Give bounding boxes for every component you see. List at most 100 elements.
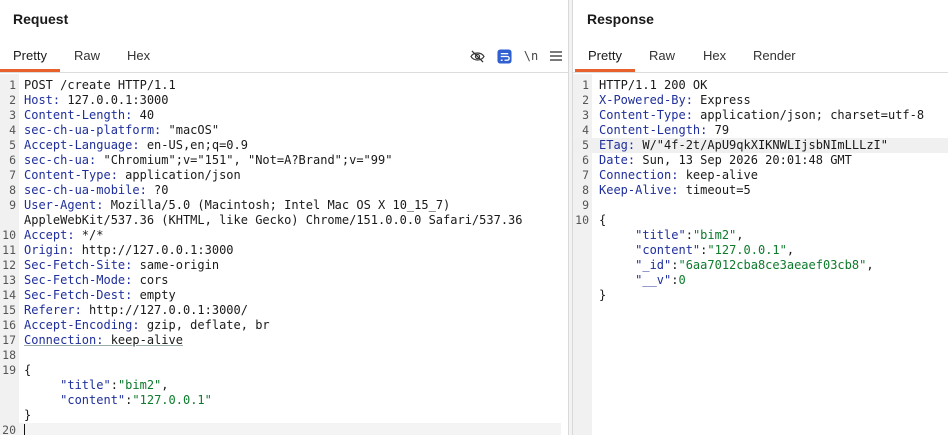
line-number: 18 bbox=[2, 348, 16, 362]
code-line: 13 Sec-Fetch-Mode: cors bbox=[0, 273, 568, 288]
header-value: Sun, 13 Sep 2026 20:01:48 GMT bbox=[635, 153, 852, 167]
response-tab-raw[interactable]: Raw bbox=[636, 40, 688, 72]
request-tab-pretty[interactable]: Pretty bbox=[0, 40, 60, 72]
code-line: 7 Content-Type: application/json bbox=[0, 168, 568, 183]
json-punct: , bbox=[736, 228, 744, 242]
request-tab-raw[interactable]: Raw bbox=[61, 40, 113, 72]
header-value: 127.0.0.1:3000 bbox=[60, 93, 169, 107]
json-punct: , bbox=[161, 378, 169, 392]
json-punct: , bbox=[786, 243, 795, 257]
code-line: 7 Connection: keep-alive bbox=[573, 168, 948, 183]
json-value: 0 bbox=[678, 273, 686, 287]
line-content: "title":"bim2", bbox=[635, 228, 744, 242]
header-value: en-US,en;q=0.9 bbox=[139, 138, 248, 152]
json-value: "127.0.0.1" bbox=[132, 393, 212, 407]
code-line: 11 Origin: http://127.0.0.1:3000 bbox=[0, 243, 568, 258]
header-name: Connection: bbox=[24, 333, 104, 347]
header-value: application/json bbox=[117, 168, 241, 182]
line-content: sec-ch-ua-mobile: ?0 bbox=[24, 183, 169, 198]
header-name: Content-Type: bbox=[24, 168, 118, 182]
json-key: "__v" bbox=[635, 273, 672, 287]
code-line: 3 Content-Length: 40 bbox=[0, 108, 568, 123]
line-number: 6 bbox=[9, 153, 16, 167]
line-content: "_id":"6aa7012cba8ce3aeaef03cb8", bbox=[635, 258, 874, 272]
header-name: Connection: bbox=[599, 168, 679, 182]
header-name: Accept-Language: bbox=[24, 138, 140, 152]
response-tab-pretty[interactable]: Pretty bbox=[575, 40, 635, 72]
header-name: Accept: bbox=[24, 228, 75, 242]
code-line: } bbox=[573, 288, 948, 303]
newline-toggle[interactable]: \n bbox=[522, 47, 540, 65]
header-name: Content-Length: bbox=[599, 123, 708, 137]
header-value: keep-alive bbox=[103, 333, 183, 347]
request-editor[interactable]: 1 POST /create HTTP/1.1 2 Host: 127.0.0.1:3… bbox=[0, 74, 568, 435]
header-value: "macOS" bbox=[161, 123, 220, 137]
code-line: 5 ETag: W/"4f-2t/ApU9qkXIKNWLIjsbNImLLLzI… bbox=[573, 138, 948, 153]
line-content: sec-ch-ua-platform: "macOS" bbox=[24, 123, 219, 138]
code-line: 9 bbox=[573, 198, 948, 213]
code-line: 10 Accept: */* bbox=[0, 228, 568, 243]
code-line: 9 User-Agent: Mozilla/5.0 (Macintosh; Int… bbox=[0, 198, 568, 213]
header-value: same-origin bbox=[132, 258, 220, 272]
header-value: Express bbox=[692, 93, 751, 107]
menu-icon[interactable] bbox=[547, 47, 565, 65]
line-number: 9 bbox=[582, 198, 589, 212]
request-pane: Request Pretty Raw Hex \n 1 POST /create … bbox=[0, 0, 568, 435]
line-content: "__v":0 bbox=[635, 273, 686, 287]
line-content: Sec-Fetch-Site: same-origin bbox=[24, 258, 219, 273]
code-line: 1 POST /create HTTP/1.1 bbox=[0, 78, 568, 93]
code-line: "title":"bim2", bbox=[573, 228, 948, 243]
code-line: 15 Referer: http://127.0.0.1:3000/ bbox=[0, 303, 568, 318]
line-text: { bbox=[24, 363, 32, 377]
header-name: Sec-Fetch-Mode: bbox=[24, 273, 133, 287]
eye-off-icon[interactable] bbox=[468, 47, 486, 65]
header-name: User-Agent: bbox=[24, 198, 104, 212]
json-key: "content" bbox=[635, 243, 701, 257]
code-line: 3 Content-Type: application/json; charset… bbox=[573, 108, 948, 123]
header-value: empty bbox=[132, 288, 176, 302]
header-name: X-Powered-By: bbox=[599, 93, 693, 107]
line-number: 8 bbox=[9, 183, 16, 197]
json-key: "_id" bbox=[635, 258, 672, 272]
line-number: 6 bbox=[582, 153, 589, 167]
line-number: 4 bbox=[582, 123, 589, 137]
line-content: AppleWebKit/537.36 (KHTML, like Gecko) C… bbox=[24, 213, 523, 228]
line-content: Content-Length: 40 bbox=[24, 108, 154, 123]
line-content: Content-Length: 79 bbox=[599, 123, 729, 138]
line-number: 14 bbox=[2, 288, 16, 302]
line-content: "title":"bim2", bbox=[60, 378, 169, 392]
line-number: 2 bbox=[582, 93, 589, 107]
line-content: { bbox=[599, 213, 606, 228]
json-value: "127.0.0.1" bbox=[707, 243, 787, 257]
code-line: "_id":"6aa7012cba8ce3aeaef03cb8", bbox=[573, 258, 948, 273]
header-name: Sec-Fetch-Site: bbox=[24, 258, 133, 272]
header-name: Content-Length: bbox=[24, 108, 133, 122]
line-text: } bbox=[24, 408, 32, 422]
wrap-icon[interactable] bbox=[495, 47, 513, 65]
header-name: Referer: bbox=[24, 303, 82, 317]
response-editor[interactable]: 1 HTTP/1.1 200 OK 2 X-Powered-By: Express 3 C… bbox=[573, 74, 948, 435]
code-line: "__v":0 bbox=[573, 273, 948, 288]
code-line: 5 Accept-Language: en-US,en;q=0.9 bbox=[0, 138, 568, 153]
line-content: HTTP/1.1 200 OK bbox=[599, 78, 707, 93]
request-tab-hex[interactable]: Hex bbox=[114, 40, 163, 72]
response-tab-hex[interactable]: Hex bbox=[690, 40, 739, 72]
header-name: Keep-Alive: bbox=[599, 183, 679, 197]
code-line: "content":"127.0.0.1", bbox=[573, 243, 948, 258]
header-value: keep-alive bbox=[678, 168, 758, 182]
line-number: 19 bbox=[2, 363, 16, 377]
header-name: sec-ch-ua: bbox=[24, 153, 97, 167]
json-key: "title" bbox=[635, 228, 686, 242]
line-content: Date: Sun, 13 Sep 2026 20:01:48 GMT bbox=[599, 153, 852, 168]
line-number: 1 bbox=[9, 78, 16, 92]
line-number: 20 bbox=[2, 423, 16, 435]
response-tab-render[interactable]: Render bbox=[740, 40, 809, 72]
response-title: Response bbox=[587, 11, 654, 27]
code-line: } bbox=[0, 408, 568, 423]
header-name: sec-ch-ua-platform: bbox=[24, 123, 162, 137]
header-value: http://127.0.0.1:3000 bbox=[74, 243, 234, 257]
header-value: ?0 bbox=[146, 183, 169, 197]
json-value: "bim2" bbox=[117, 378, 162, 392]
line-text: } bbox=[599, 288, 607, 302]
line-content: "content":"127.0.0.1" bbox=[60, 393, 212, 407]
